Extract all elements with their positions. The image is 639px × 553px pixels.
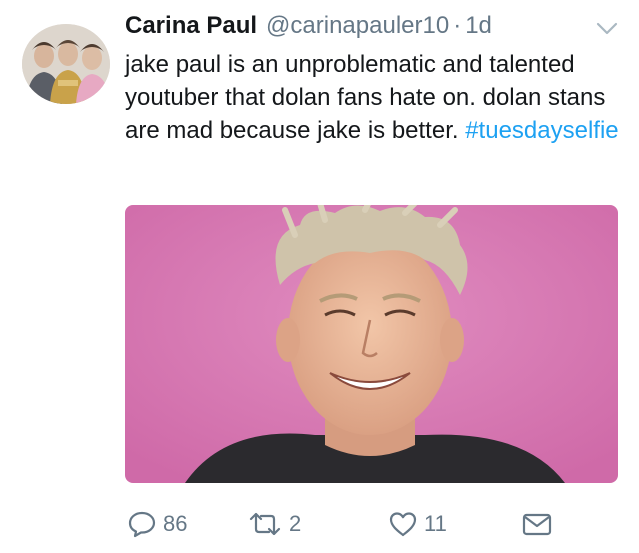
tweet-text: jake paul is an unproblematic and talent… — [125, 48, 630, 147]
separator-dot: · — [453, 12, 462, 39]
retweet-icon — [249, 512, 281, 536]
timestamp[interactable]: 1d — [465, 12, 492, 40]
tweet: Carina Paul @carinapauler10 · 1d jake pa… — [0, 0, 639, 553]
like-count: 11 — [424, 511, 447, 536]
direct-message-button[interactable] — [521, 506, 553, 542]
reply-count: 86 — [163, 511, 188, 536]
envelope-icon — [522, 513, 552, 536]
author-handle[interactable]: @carinapauler10 — [266, 12, 449, 40]
photo-image — [125, 205, 618, 483]
reply-button[interactable]: 86 — [127, 506, 187, 542]
reply-icon — [128, 511, 156, 538]
like-button[interactable]: 11 — [388, 506, 447, 542]
hashtag-link[interactable]: #tuesdayselfie — [465, 117, 618, 144]
retweet-count: 2 — [289, 511, 302, 536]
avatar[interactable] — [22, 24, 110, 104]
retweet-button[interactable]: 2 — [247, 506, 301, 542]
author-name[interactable]: Carina Paul — [125, 12, 257, 40]
chevron-down-icon[interactable] — [596, 22, 618, 36]
tweet-header: Carina Paul @carinapauler10 · 1d — [125, 12, 492, 46]
heart-icon — [389, 512, 417, 537]
tweet-photo[interactable] — [125, 205, 618, 483]
avatar-image — [22, 24, 110, 104]
tweet-actions: 86 2 11 — [125, 506, 625, 542]
